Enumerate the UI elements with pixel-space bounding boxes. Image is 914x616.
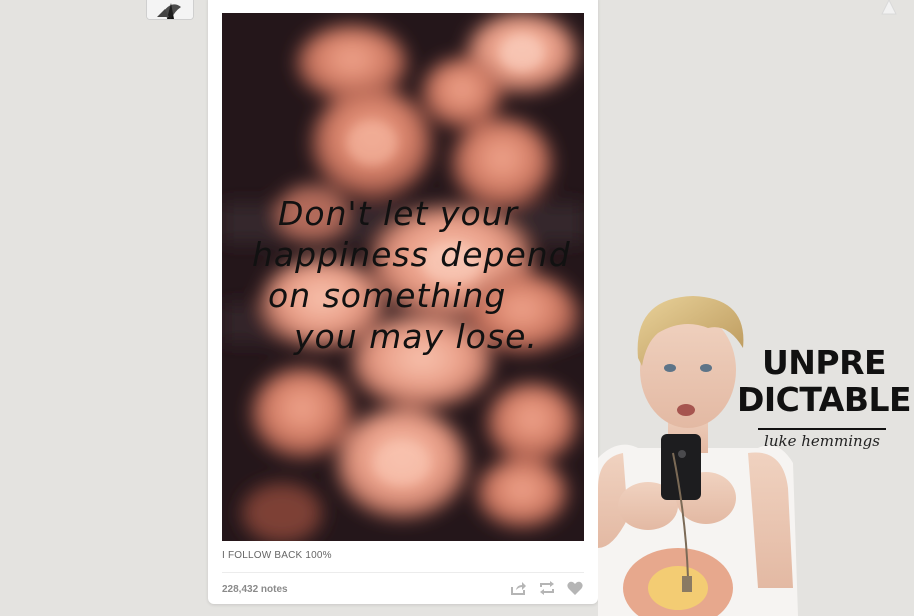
post-card: Don't let your happiness depend on somet… xyxy=(208,0,598,604)
notes-count[interactable]: 228,432 notes xyxy=(222,584,288,595)
post-footer-divider xyxy=(222,572,584,573)
blog-avatar[interactable] xyxy=(146,0,194,20)
dashboard: Don't let your happiness depend on somet… xyxy=(0,0,914,616)
promo-title: UNPRE DICTABLE xyxy=(736,344,912,418)
promo-subtitle: luke hemmings xyxy=(764,432,880,450)
promo-rule xyxy=(758,428,886,430)
quote-line: happiness depend xyxy=(252,235,571,274)
dashboard-corner-icon[interactable] xyxy=(880,0,898,16)
promo-title-line: DICTABLE xyxy=(736,380,912,419)
quote-line: you may lose. xyxy=(294,317,538,356)
reblog-icon[interactable] xyxy=(538,580,556,596)
like-icon[interactable] xyxy=(566,580,584,596)
promo-photo xyxy=(598,296,798,616)
quote-line: on something xyxy=(268,276,507,315)
sidebar-promo[interactable]: UNPRE DICTABLE luke hemmings xyxy=(598,288,914,616)
promo-title-line: UNPRE xyxy=(761,343,887,382)
post-photo[interactable]: Don't let your happiness depend on somet… xyxy=(222,13,584,541)
photo-quote: Don't let your happiness depend on somet… xyxy=(252,193,572,357)
quote-line: Don't let your xyxy=(278,194,519,233)
post-actions xyxy=(510,580,584,596)
share-icon[interactable] xyxy=(510,580,528,596)
post-caption: I FOLLOW BACK 100% xyxy=(222,550,332,561)
